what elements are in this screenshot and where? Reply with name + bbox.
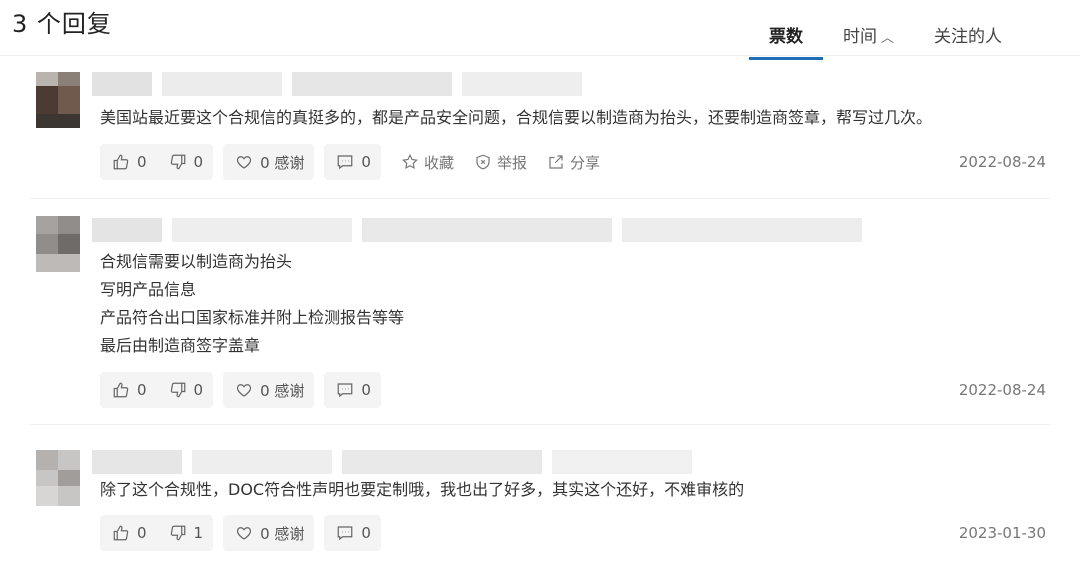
comment-button[interactable]: 0 [324, 144, 381, 180]
dislike-button[interactable]: 0 [157, 144, 214, 180]
tab-following-label: 关注的人 [934, 27, 1002, 47]
reply-text-line: 合规信需要以制造商为抬头 [100, 252, 293, 271]
share-label: 分享 [569, 153, 600, 172]
heart-icon [236, 384, 252, 397]
thumbs-down-icon [170, 525, 185, 541]
reply-date: 2022-08-24 [958, 381, 1046, 399]
blurred-username [92, 72, 582, 96]
vote-group: 0 0 [100, 372, 214, 408]
reply-actions: 0 0 0 感谢 0 收藏 举报 分享 [100, 144, 610, 180]
heart-icon [236, 156, 252, 169]
reply-content: 除了这个合规性，DOC符合性声明也要定制哦，我也出了好多，其实这个还好，不难审核… [100, 476, 744, 504]
vote-group: 0 0 [100, 144, 214, 180]
reply-text-line: 美国站最近要这个合规信的真挺多的，都是产品安全问题，合规信要以制造商为抬头，还要… [100, 108, 933, 127]
thanks-button[interactable]: 0 感谢 [223, 372, 314, 408]
comment-group: 0 [324, 144, 381, 180]
tab-time[interactable]: 时间 ︿ [823, 22, 914, 60]
thumbs-down-icon [170, 382, 185, 398]
like-count: 0 [137, 524, 147, 542]
avatar[interactable] [36, 450, 80, 506]
comment-button[interactable]: 0 [324, 515, 381, 551]
comment-icon [338, 383, 353, 398]
thanks-label: 0 感谢 [260, 381, 305, 400]
thanks-group: 0 感谢 [223, 515, 315, 551]
comment-count: 0 [361, 153, 371, 171]
sort-tabs: 票数 时间 ︿ 关注的人 [748, 22, 1022, 60]
reply-actions: 0 0 0 感谢 0 [100, 372, 391, 408]
replies-header: 3 个回复 票数 时间 ︿ 关注的人 [0, 0, 1080, 60]
thanks-group: 0 感谢 [223, 372, 315, 408]
dislike-button[interactable]: 1 [157, 515, 214, 551]
share-icon [549, 155, 563, 169]
comment-button[interactable]: 0 [324, 372, 381, 408]
dislike-button[interactable]: 0 [157, 372, 214, 408]
like-count: 0 [137, 381, 147, 399]
reply-item: 美国站最近要这个合规信的真挺多的，都是产品安全问题，合规信要以制造商为抬头，还要… [0, 70, 1080, 210]
comment-icon [338, 526, 353, 541]
vote-group: 0 1 [100, 515, 214, 551]
reply-text-line: 除了这个合规性，DOC符合性声明也要定制哦，我也出了好多，其实这个还好，不难审核… [100, 480, 745, 499]
dislike-count: 0 [193, 381, 204, 399]
comment-count: 0 [361, 524, 371, 542]
chevron-up-icon: ︿ [880, 31, 894, 46]
reply-actions: 0 1 0 感谢 0 [100, 515, 391, 551]
like-button[interactable]: 0 [100, 515, 157, 551]
reply-item: 除了这个合规性，DOC符合性声明也要定制哦，我也出了好多，其实这个还好，不难审核… [0, 440, 1080, 565]
blurred-username [92, 218, 862, 242]
dislike-count: 0 [193, 153, 204, 171]
star-icon [402, 153, 418, 170]
avatar[interactable] [36, 72, 80, 128]
thanks-button[interactable]: 0 感谢 [223, 144, 314, 180]
tab-votes-label: 票数 [768, 27, 803, 47]
heart-icon [236, 527, 252, 540]
thanks-label: 0 感谢 [260, 524, 305, 543]
divider [30, 198, 1050, 199]
comment-group: 0 [324, 372, 381, 408]
reply-content: 合规信需要以制造商为抬头 写明产品信息 产品符合出口国家标准并附上检测报告等等 … [100, 248, 404, 360]
share-button[interactable]: 分享 [537, 144, 610, 180]
reply-text-line: 写明产品信息 [100, 280, 197, 299]
reply-item: 合规信需要以制造商为抬头 写明产品信息 产品符合出口国家标准并附上检测报告等等 … [0, 212, 1080, 422]
reply-date: 2022-08-24 [958, 153, 1046, 171]
like-count: 0 [137, 153, 147, 171]
reply-date: 2023-01-30 [958, 524, 1046, 542]
comment-group: 0 [324, 515, 381, 551]
tab-following[interactable]: 关注的人 [914, 22, 1022, 60]
thumbs-up-icon [113, 525, 129, 541]
like-button[interactable]: 0 [100, 372, 157, 408]
reply-text-line: 产品符合出口国家标准并附上检测报告等等 [100, 308, 405, 327]
comment-icon [338, 155, 353, 170]
dislike-count: 1 [193, 524, 204, 542]
avatar[interactable] [36, 216, 80, 272]
like-button[interactable]: 0 [100, 144, 157, 180]
collect-label: 收藏 [423, 153, 454, 172]
tab-time-label: 时间 [842, 27, 877, 47]
comment-count: 0 [361, 381, 371, 399]
collect-button[interactable]: 收藏 [391, 144, 464, 180]
thanks-button[interactable]: 0 感谢 [223, 515, 314, 551]
report-label: 举报 [496, 153, 527, 172]
thumbs-down-icon [170, 154, 185, 170]
reply-text-line: 最后由制造商签字盖章 [100, 336, 261, 355]
thanks-label: 0 感谢 [260, 153, 305, 172]
blurred-username [92, 450, 692, 474]
reply-content: 美国站最近要这个合规信的真挺多的，都是产品安全问题，合规信要以制造商为抬头，还要… [100, 104, 932, 132]
thumbs-up-icon [113, 154, 129, 170]
report-icon [476, 154, 490, 170]
tab-votes[interactable]: 票数 [748, 22, 823, 60]
divider [30, 424, 1050, 425]
thanks-group: 0 感谢 [223, 144, 315, 180]
reply-count: 3 个回复 [12, 10, 112, 38]
report-button[interactable]: 举报 [464, 144, 537, 180]
thumbs-up-icon [113, 382, 129, 398]
